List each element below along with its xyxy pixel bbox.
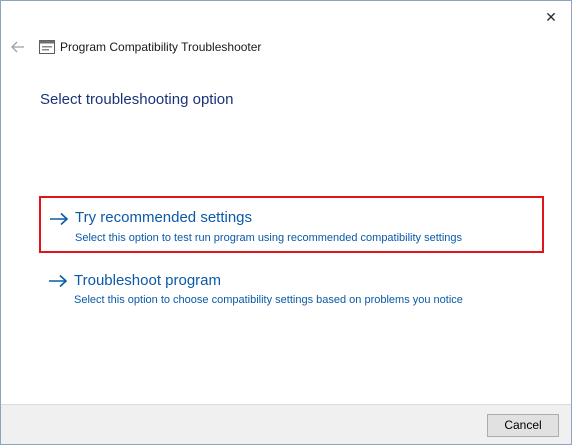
window-title: Program Compatibility Troubleshooter [60,40,262,54]
page-heading: Select troubleshooting option [40,91,234,108]
option-title: Try recommended settings [75,209,253,226]
troubleshooter-window: ✕ Program Compatibility Troubleshooter S… [0,0,572,445]
option-description: Select this option to test run program u… [75,232,463,244]
cancel-button[interactable]: Cancel [487,414,559,437]
troubleshooter-app-icon [39,40,55,54]
option-description: Select this option to choose compatibili… [74,294,463,306]
option-title: Troubleshoot program [74,272,222,289]
back-arrow-icon[interactable] [10,39,26,55]
right-arrow-icon [49,274,68,288]
right-arrow-icon [50,212,69,226]
option-try-recommended-settings[interactable]: Try recommended settings Select this opt… [39,196,544,253]
close-icon[interactable]: ✕ [541,7,561,27]
option-troubleshoot-program[interactable]: Troubleshoot program Select this option … [40,268,545,310]
footer-bar: Cancel [1,404,571,444]
